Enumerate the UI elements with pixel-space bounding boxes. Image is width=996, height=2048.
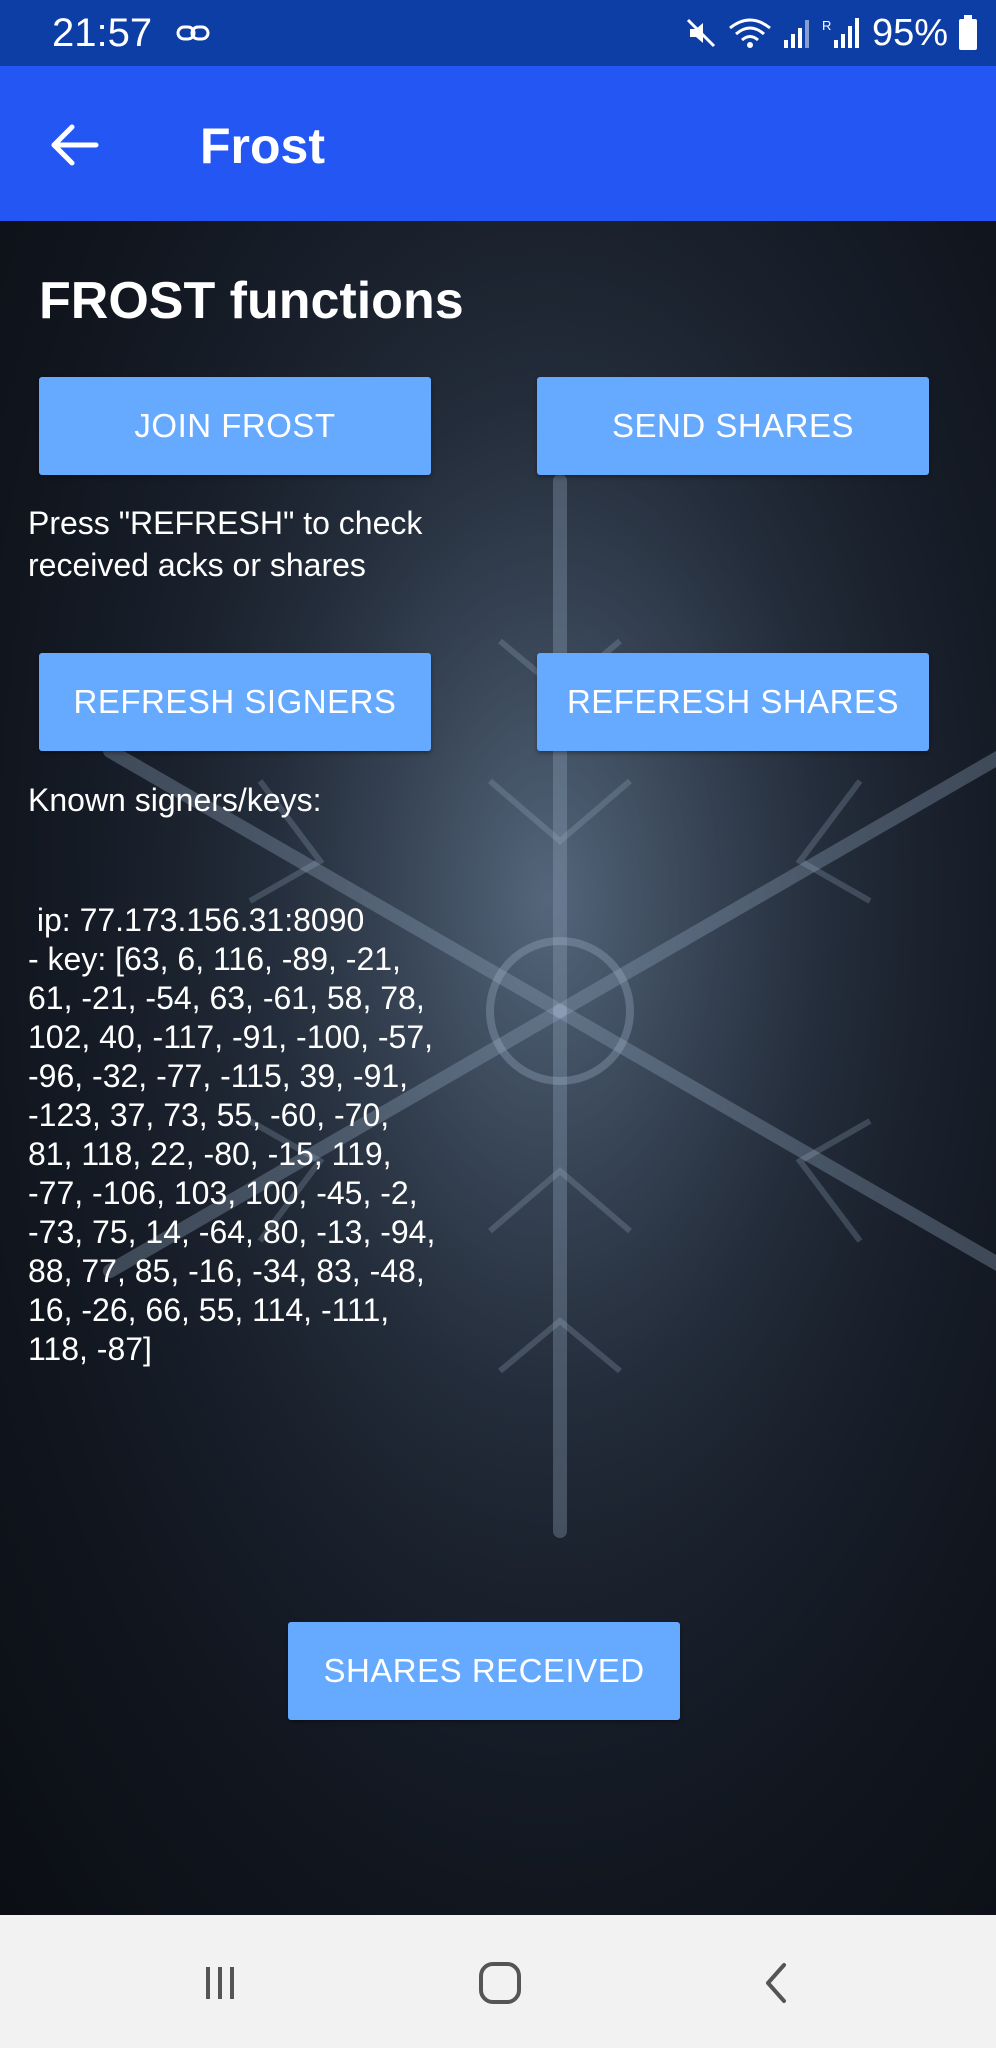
join-frost-button[interactable]: JOIN FROST bbox=[39, 377, 431, 475]
send-shares-button[interactable]: SEND SHARES bbox=[537, 377, 929, 475]
signal-icon bbox=[783, 20, 809, 48]
refresh-hint-text: Press "REFRESH" to check received acks o… bbox=[28, 505, 423, 583]
battery-percent: 95% bbox=[871, 11, 948, 54]
arrow-left-icon bbox=[51, 124, 99, 166]
refresh-shares-button[interactable]: REFERESH SHARES bbox=[537, 653, 929, 751]
wifi-icon bbox=[729, 18, 771, 48]
recents-icon bbox=[206, 1967, 234, 1999]
svg-text:R: R bbox=[822, 18, 831, 33]
home-button[interactable] bbox=[460, 1943, 540, 2023]
section-title: FROST functions bbox=[39, 272, 464, 330]
back-icon bbox=[766, 1963, 786, 2003]
status-bar: 21:57 R 95% bbox=[0, 0, 996, 66]
main-content: FROST functions JOIN FROST SEND SHARES P… bbox=[0, 221, 996, 1915]
roaming-signal-icon: R bbox=[822, 18, 859, 48]
link-icon bbox=[176, 25, 210, 41]
app-title: Frost bbox=[200, 118, 325, 174]
battery-icon bbox=[959, 15, 977, 50]
back-button[interactable] bbox=[40, 110, 110, 180]
refresh-signers-button[interactable]: REFRESH SIGNERS bbox=[39, 653, 431, 751]
nav-back-button[interactable] bbox=[738, 1943, 818, 2023]
status-icons: R 95% bbox=[684, 8, 978, 58]
status-time: 21:57 bbox=[52, 11, 153, 55]
screen: 21:57 R 95% Frost FROST functions JOIN F… bbox=[0, 0, 996, 2048]
app-bar: Frost bbox=[0, 66, 996, 221]
mute-icon bbox=[686, 18, 715, 48]
shares-received-button[interactable]: SHARES RECEIVED bbox=[288, 1622, 680, 1720]
known-signers-label: Known signers/keys: bbox=[28, 782, 322, 818]
system-nav-bar bbox=[0, 1915, 996, 2048]
signer-key-text: ip: 77.173.156.31:8090 - key: [63, 6, 11… bbox=[28, 902, 436, 1367]
recents-button[interactable] bbox=[180, 1943, 260, 2023]
home-icon bbox=[479, 1962, 521, 2004]
